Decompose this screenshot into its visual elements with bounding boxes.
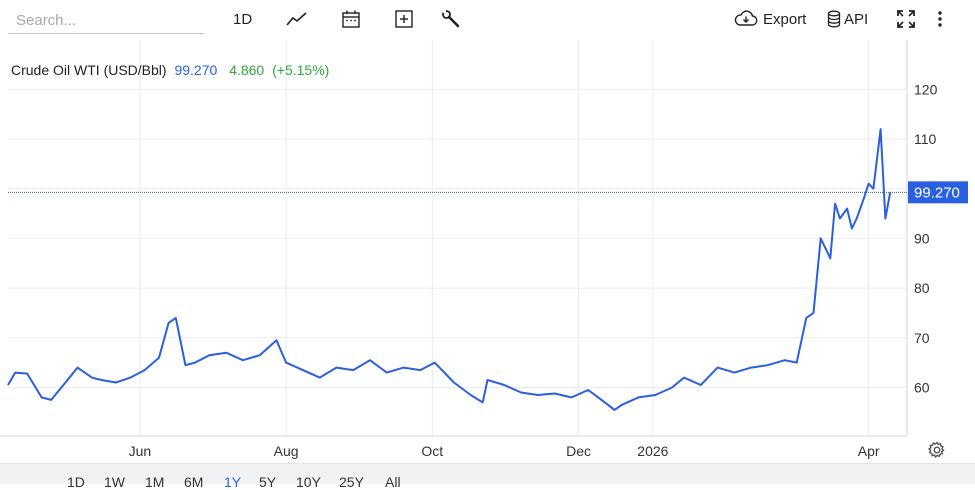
range-button-5y[interactable]: 5Y bbox=[259, 474, 276, 490]
range-button-1m[interactable]: 1M bbox=[145, 474, 164, 490]
last-price-label: 99.270 bbox=[914, 184, 960, 201]
legend-price: 99.270 bbox=[174, 62, 217, 78]
line-chart-icon bbox=[286, 12, 307, 26]
range-button-6m[interactable]: 6M bbox=[184, 474, 203, 490]
legend-change: 4.860 bbox=[229, 62, 264, 78]
x-tick-label: Dec bbox=[566, 443, 591, 459]
export-label: Export bbox=[763, 10, 807, 28]
y-tick-label: 70 bbox=[914, 330, 930, 346]
y-tick-label: 120 bbox=[914, 81, 938, 97]
range-selector: 1D 1W 1M 6M 1Y 5Y 10Y 25Y All bbox=[0, 463, 975, 490]
interval-label: 1D bbox=[233, 10, 253, 28]
chart-type-button[interactable] bbox=[286, 6, 308, 32]
more-vert-icon bbox=[938, 11, 942, 27]
y-tick-label: 90 bbox=[914, 230, 930, 246]
wrench-icon bbox=[442, 10, 460, 28]
date-range-button[interactable] bbox=[341, 6, 361, 32]
x-tick-label: Aug bbox=[274, 443, 299, 459]
cloud-download-icon bbox=[734, 10, 758, 26]
api-button[interactable]: API bbox=[827, 6, 868, 32]
chart-area[interactable]: 60 70 80 90 110 120 Jun Aug Oct Dec 2026 Apr 99.27… bbox=[0, 40, 975, 463]
legend: Crude Oil WTI (USD/Bbl) 99.270 4.860 (+5… bbox=[11, 62, 329, 78]
range-button-25y[interactable]: 25Y bbox=[339, 474, 364, 490]
y-tick-label: 110 bbox=[914, 131, 937, 147]
range-button-1y[interactable]: 1Y bbox=[224, 474, 241, 490]
x-tick-label: Oct bbox=[421, 443, 443, 459]
last-price-tag: 99.270 bbox=[908, 181, 968, 204]
api-label: API bbox=[844, 10, 869, 28]
x-tick-label: 2026 bbox=[637, 443, 668, 459]
range-button-all[interactable]: All bbox=[385, 474, 401, 490]
y-tick-label: 80 bbox=[914, 280, 930, 296]
range-button-1w[interactable]: 1W bbox=[104, 474, 125, 490]
x-tick-label: Apr bbox=[858, 443, 880, 459]
plus-box-icon bbox=[395, 10, 413, 28]
fullscreen-icon bbox=[897, 10, 915, 28]
calendar-icon bbox=[342, 10, 360, 28]
toolbar: 1D Exp bbox=[0, 0, 975, 40]
interval-button[interactable]: 1D bbox=[233, 6, 252, 32]
more-button[interactable] bbox=[936, 6, 944, 32]
tools-button[interactable] bbox=[441, 6, 461, 32]
search-input[interactable] bbox=[8, 8, 204, 34]
compare-button[interactable] bbox=[394, 6, 414, 32]
fullscreen-button[interactable] bbox=[896, 6, 916, 32]
export-button[interactable]: Export bbox=[734, 6, 806, 32]
legend-name: Crude Oil WTI (USD/Bbl) bbox=[11, 62, 167, 78]
x-tick-label: Jun bbox=[129, 443, 152, 459]
price-chart[interactable]: 60 70 80 90 110 120 Jun Aug Oct Dec 2026 Apr 99.27… bbox=[0, 40, 975, 463]
settings-gear-icon[interactable] bbox=[927, 440, 947, 460]
range-button-10y[interactable]: 10Y bbox=[296, 474, 321, 490]
y-tick-label: 60 bbox=[914, 380, 930, 396]
legend-change-pct: (+5.15%) bbox=[272, 62, 329, 78]
database-icon bbox=[827, 10, 841, 28]
range-button-1d[interactable]: 1D bbox=[67, 474, 85, 490]
